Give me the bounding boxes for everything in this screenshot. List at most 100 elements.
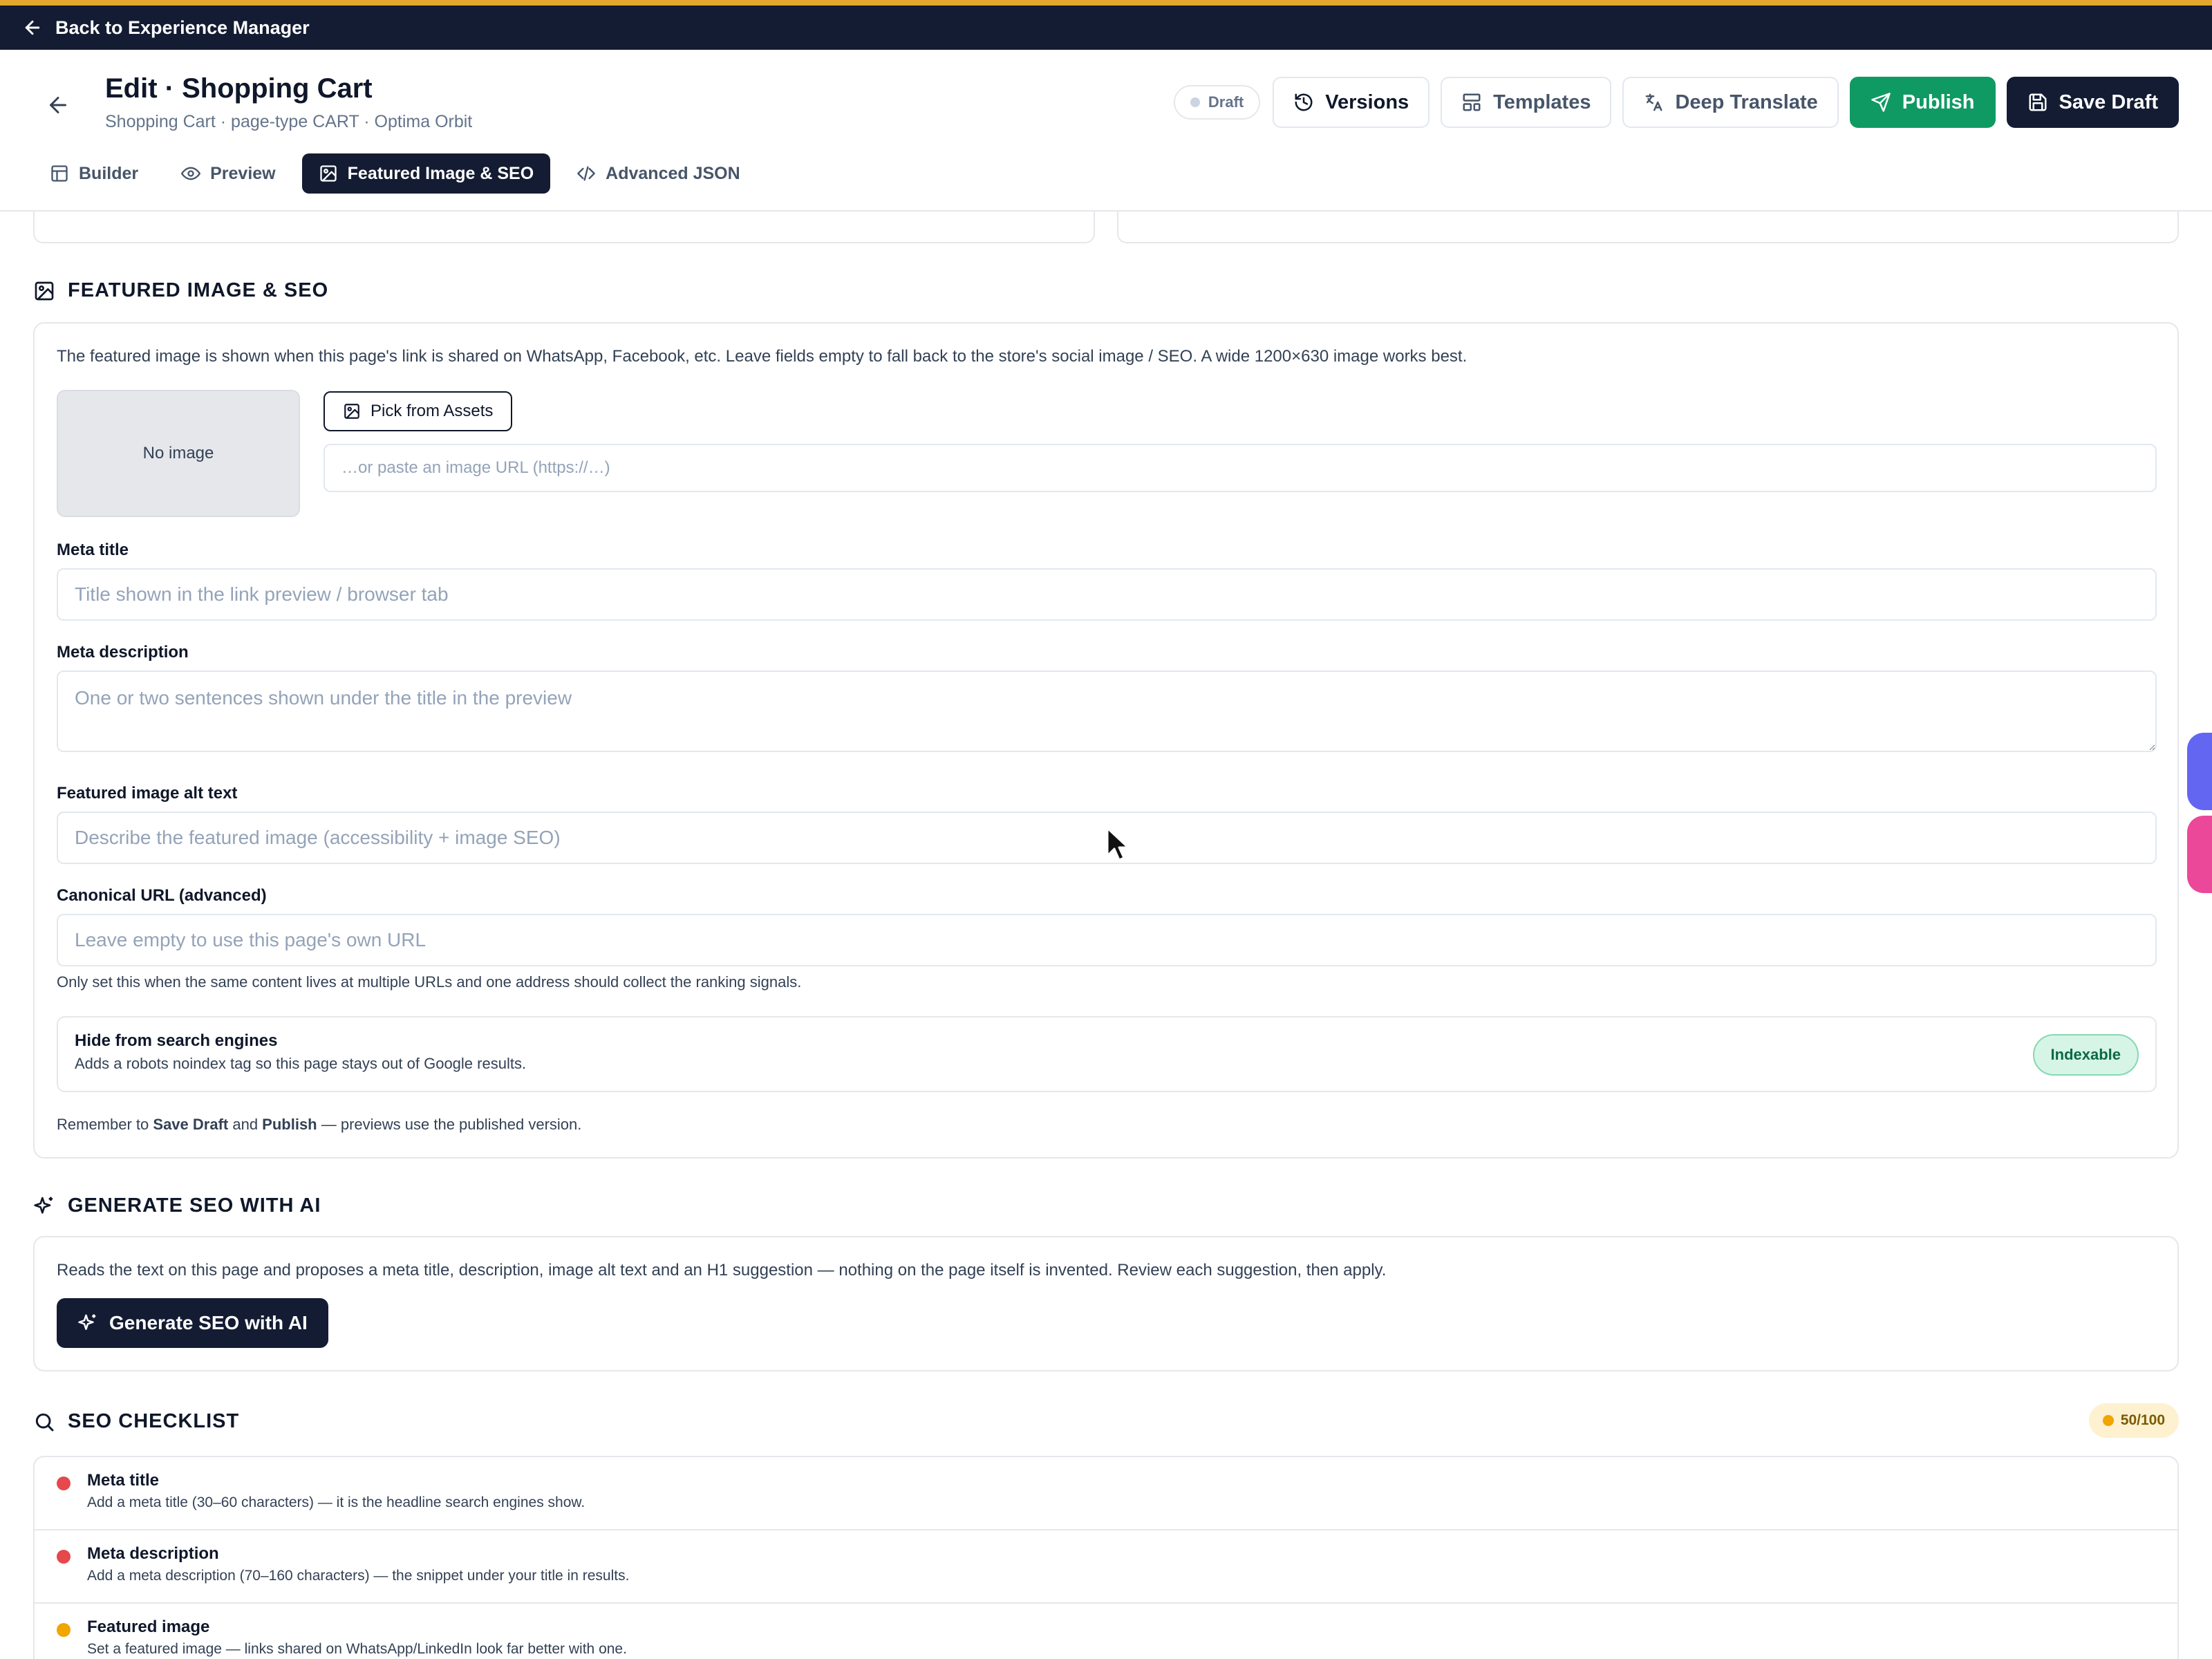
status-dot: [57, 1477, 71, 1490]
featured-seo-heading: FEATURED IMAGE & SEO: [33, 279, 328, 302]
meta-title-input[interactable]: [57, 568, 2157, 621]
sparkles-icon: [34, 1197, 53, 1214]
seo-checklist-heading-label: SEO CHECKLIST: [68, 1410, 240, 1432]
image-icon: [35, 281, 54, 300]
noindex-title: Hide from search engines: [75, 1031, 278, 1050]
score-dot: [2102, 1415, 2114, 1426]
tab-advanced-json-label: Advanced JSON: [606, 163, 740, 183]
pick-from-assets-button[interactable]: Pick from Assets: [324, 391, 513, 431]
checklist-item: Meta title Add a meta title (30–60 chara…: [35, 1457, 2177, 1530]
noindex-setting: Hide from search engines Adds a robots n…: [57, 1016, 2157, 1092]
checklist-item-title: Featured image: [87, 1618, 210, 1636]
no-image-label: No image: [142, 444, 214, 462]
featured-seo-intro: The featured image is shown when this pa…: [57, 347, 1468, 366]
back-button[interactable]: [43, 90, 73, 120]
status-dot: [57, 1550, 71, 1564]
scrolled-card-right: [1117, 212, 2179, 243]
meta-description-label: Meta description: [57, 643, 189, 662]
save-icon: [2029, 93, 2047, 111]
save-reminder: Remember to Save Draft and Publish — pre…: [57, 1116, 581, 1134]
scrolled-card-left: [33, 212, 1095, 243]
floating-side-tab-purple[interactable]: [2187, 733, 2212, 810]
generate-seo-label: Generate SEO with AI: [109, 1312, 308, 1333]
reminder-publish: Publish: [262, 1116, 317, 1133]
image-icon: [344, 404, 359, 419]
checklist-item-title: Meta title: [87, 1471, 160, 1490]
image-icon: [319, 165, 337, 182]
save-draft-label: Save Draft: [2059, 91, 2158, 113]
deep-translate-button[interactable]: Deep Translate: [1622, 77, 1839, 128]
checklist-item-description: Add a meta title (30–60 characters) — it…: [87, 1494, 585, 1510]
checklist-item-description: Add a meta description (70–160 character…: [87, 1568, 630, 1584]
status-dot: [57, 1623, 71, 1637]
tab-featured-image-seo[interactable]: Featured Image & SEO: [301, 153, 551, 194]
tab-featured-image-seo-label: Featured Image & SEO: [347, 163, 534, 183]
header-actions: Draft Versions Templates Deep Translate …: [1173, 76, 2179, 129]
seo-checklist-heading: SEO CHECKLIST: [33, 1410, 239, 1433]
ai-seo-intro: Reads the text on this page and proposes…: [57, 1261, 1387, 1280]
tab-builder-label: Builder: [79, 163, 139, 183]
top-bar: Back to Experience Manager: [0, 0, 2212, 50]
sparkles-icon: [78, 1314, 96, 1330]
back-link-label: Back to Experience Manager: [55, 17, 310, 38]
search-icon: [35, 1413, 54, 1431]
checklist-item: Featured image Set a featured image — li…: [35, 1604, 2177, 1659]
seo-checklist-card: Meta title Add a meta title (30–60 chara…: [33, 1456, 2179, 1659]
seo-score-badge: 50/100: [2088, 1403, 2179, 1438]
checklist-item: Meta description Add a meta description …: [35, 1530, 2177, 1604]
reminder-save: Save Draft: [153, 1116, 229, 1133]
ai-seo-heading: GENERATE SEO WITH AI: [33, 1194, 321, 1217]
noindex-description: Adds a robots noindex tag so this page s…: [75, 1055, 527, 1072]
featured-image-placeholder[interactable]: No image: [57, 390, 300, 517]
versions-label: Versions: [1325, 91, 1409, 113]
send-icon: [1871, 93, 1891, 112]
meta-title-label: Meta title: [57, 541, 129, 559]
arrow-left-icon: [25, 20, 40, 35]
code-icon: [577, 166, 596, 181]
pick-from-assets-label: Pick from Assets: [371, 402, 494, 420]
back-to-experience-manager-link[interactable]: Back to Experience Manager: [22, 17, 310, 39]
canonical-url-label: Canonical URL (advanced): [57, 886, 267, 905]
publish-button[interactable]: Publish: [1849, 77, 1996, 128]
reminder-and: and: [228, 1116, 263, 1133]
save-draft-button[interactable]: Save Draft: [2006, 77, 2179, 128]
deep-translate-label: Deep Translate: [1675, 91, 1818, 113]
editor-header: Edit · Shopping Cart Shopping Cart · pag…: [0, 50, 2212, 212]
ai-seo-card: Reads the text on this page and proposes…: [33, 1236, 2179, 1371]
arrow-left-icon: [50, 97, 66, 113]
checklist-item-title: Meta description: [87, 1544, 219, 1563]
page-subtitle: Shopping Cart · page-type CART · Optima …: [105, 112, 473, 131]
translate-icon: [1646, 93, 1662, 111]
floating-side-tab-pink[interactable]: [2187, 816, 2212, 893]
meta-description-textarea[interactable]: [57, 671, 2157, 752]
layout-icon: [51, 165, 68, 182]
featured-seo-heading-label: FEATURED IMAGE & SEO: [68, 279, 329, 301]
generate-seo-button[interactable]: Generate SEO with AI: [57, 1298, 328, 1348]
eye-icon: [181, 167, 201, 180]
tab-advanced-json[interactable]: Advanced JSON: [560, 153, 757, 194]
image-url-input[interactable]: [324, 444, 2157, 492]
templates-label: Templates: [1493, 91, 1591, 113]
reminder-prefix: Remember to: [57, 1116, 153, 1133]
checklist-item-description: Set a featured image — links shared on W…: [87, 1641, 627, 1657]
page-title: Edit · Shopping Cart: [105, 73, 373, 104]
canonical-url-input[interactable]: [57, 914, 2157, 966]
canonical-url-help: Only set this when the same content live…: [57, 973, 802, 991]
templates-button[interactable]: Templates: [1441, 77, 1612, 128]
status-badge: Draft: [1173, 85, 1261, 120]
status-label: Draft: [1208, 93, 1244, 111]
tab-builder[interactable]: Builder: [33, 153, 155, 194]
tab-preview[interactable]: Preview: [165, 153, 292, 194]
seo-score-label: 50/100: [2120, 1412, 2165, 1428]
ai-seo-heading-label: GENERATE SEO WITH AI: [68, 1194, 321, 1217]
featured-seo-card: The featured image is shown when this pa…: [33, 322, 2179, 1159]
mouse-cursor-icon: [1106, 827, 1130, 861]
template-icon: [1463, 93, 1481, 111]
status-dot: [1190, 97, 1200, 107]
tab-preview-label: Preview: [210, 163, 276, 183]
versions-button[interactable]: Versions: [1273, 77, 1430, 128]
indexable-toggle[interactable]: Indexable: [2032, 1034, 2139, 1076]
indexable-toggle-label: Indexable: [2050, 1046, 2121, 1063]
publish-label: Publish: [1902, 91, 1975, 113]
editor-tabs: Builder Preview Featured Image & SEO Adv…: [33, 153, 757, 194]
